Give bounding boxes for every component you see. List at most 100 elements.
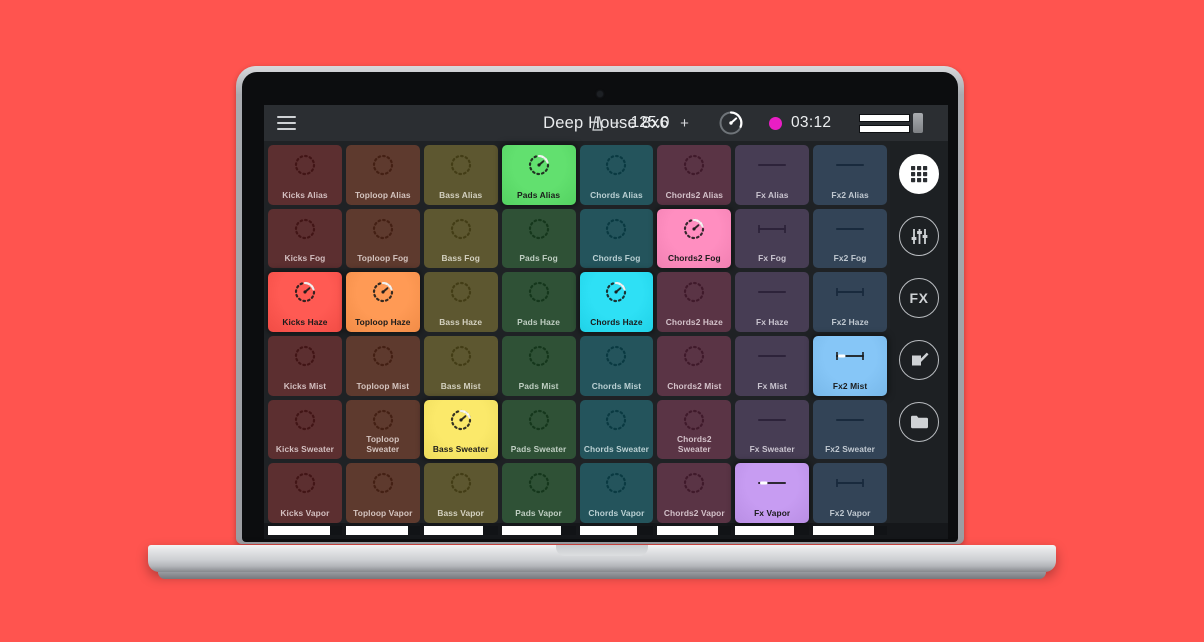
clip-cell[interactable]: Fx2 Sweater	[813, 399, 887, 460]
clip-cell[interactable]: Bass Haze	[423, 272, 498, 332]
clip-cell[interactable]: Chords2 Sweater	[657, 399, 732, 460]
clip-knob-icon	[424, 344, 498, 368]
files-button[interactable]	[899, 402, 939, 442]
laptop-base	[148, 545, 1056, 572]
clip-cell[interactable]: Bass Mist	[423, 336, 498, 396]
clip-knob-icon	[268, 217, 342, 241]
master-fader-handle[interactable]	[913, 113, 923, 133]
clip-cell[interactable]: Fx Alias	[735, 145, 810, 205]
clip-label: Bass Alias	[439, 189, 483, 200]
clip-knob-icon	[268, 471, 342, 495]
clip-cell[interactable]: Chords Alias	[579, 145, 654, 205]
clip-label: Pads Fog	[519, 253, 558, 264]
clip-label: Bass Haze	[439, 317, 483, 327]
tempo-increase-button[interactable]: +	[679, 115, 690, 132]
clip-label: Pads Vapor	[515, 508, 562, 518]
clip-cell[interactable]: Fx2 Vapor	[813, 463, 887, 523]
track-position-bar[interactable]	[501, 526, 576, 535]
track-position-bar[interactable]	[268, 526, 342, 535]
level-meter[interactable]	[859, 113, 923, 133]
clip-cell[interactable]: Bass Fog	[423, 208, 498, 269]
clip-cell[interactable]: Chords2 Alias	[657, 145, 732, 205]
clip-cell[interactable]: Chords Sweater	[579, 399, 654, 460]
clip-cell[interactable]: Bass Vapor	[423, 463, 498, 523]
clip-cell[interactable]: Fx2 Haze	[813, 272, 887, 332]
clip-cell[interactable]: Chords Fog	[579, 208, 654, 269]
clip-label: Chords Vapor	[588, 508, 645, 518]
clip-cell[interactable]: Chords Vapor	[579, 463, 654, 523]
clip-cell[interactable]: Fx2 Mist	[813, 336, 887, 396]
clip-label: Kicks Haze	[282, 317, 328, 327]
clip-cell[interactable]: Fx Sweater	[735, 399, 810, 460]
clip-cell[interactable]: Pads Fog	[501, 208, 576, 269]
clip-cell[interactable]: Chords2 Fog	[657, 208, 732, 269]
clip-cell[interactable]: Chords Mist	[579, 336, 654, 396]
clip-cell[interactable]: Pads Mist	[501, 336, 576, 396]
tempo-knob-icon[interactable]	[719, 111, 743, 135]
clip-knob-playing-icon	[424, 408, 498, 432]
clip-cell[interactable]: Chords2 Haze	[657, 272, 732, 332]
clip-label: Chords2 Haze	[665, 317, 723, 327]
clip-label: Fx Sweater	[749, 444, 795, 455]
clip-cell[interactable]: Pads Haze	[501, 272, 576, 332]
clip-label: Fx2 Fog	[833, 253, 867, 264]
clip-cell[interactable]: Fx Mist	[735, 336, 810, 396]
clip-cell[interactable]: Toploop Haze	[345, 272, 420, 332]
clip-label: Chords2 Sweater	[676, 434, 712, 455]
clip-cell[interactable]: Toploop Alias	[345, 145, 420, 205]
clip-knob-icon	[657, 280, 731, 304]
clip-cell[interactable]: Fx2 Alias	[813, 145, 887, 205]
track-position-bar[interactable]	[423, 526, 498, 535]
hamburger-menu-icon[interactable]	[264, 105, 308, 141]
track-position-bar[interactable]	[813, 526, 887, 535]
clip-knob-icon	[268, 153, 342, 177]
clip-cell[interactable]: Chords Haze	[579, 272, 654, 332]
clip-cell[interactable]: Bass Alias	[423, 145, 498, 205]
clip-cell[interactable]: Pads Sweater	[501, 399, 576, 460]
clip-cell[interactable]: Fx Fog	[735, 208, 810, 269]
clip-cell[interactable]: Toploop Sweater	[345, 399, 420, 460]
fx-button[interactable]: FX	[899, 278, 939, 318]
clip-label: Fx Alias	[755, 189, 789, 200]
clip-cell[interactable]: Kicks Mist	[268, 336, 342, 396]
clip-cell[interactable]: Kicks Haze	[268, 272, 342, 332]
clip-cell[interactable]: Toploop Mist	[345, 336, 420, 396]
clip-knob-icon	[502, 344, 576, 368]
metronome-icon[interactable]	[592, 115, 603, 131]
clip-cell[interactable]: Chords2 Vapor	[657, 463, 732, 523]
clip-label: Pads Sweater	[510, 444, 567, 455]
elapsed-time: 03:12	[791, 114, 832, 131]
track-position-fill	[579, 526, 638, 535]
clip-cell[interactable]: Fx2 Fog	[813, 208, 887, 269]
clip-cell[interactable]: Bass Sweater	[423, 399, 498, 460]
grid-area: Kicks Alias Toploop Alias Bass Alias Pads A…	[264, 141, 948, 523]
track-position-bar[interactable]	[579, 526, 654, 535]
tempo-controls: − 125.0 +	[592, 105, 690, 141]
mixer-button[interactable]	[899, 216, 939, 256]
edit-button[interactable]	[899, 340, 939, 380]
clip-cell[interactable]: Toploop Vapor	[345, 463, 420, 523]
record-status[interactable]: 03:12	[769, 105, 831, 141]
fx-slider-icon	[735, 344, 809, 368]
clip-cell[interactable]: Fx Haze	[735, 272, 810, 332]
record-dot[interactable]	[769, 116, 782, 130]
right-toolbar: FX	[890, 141, 948, 523]
clip-cell[interactable]: Kicks Fog	[268, 208, 342, 269]
clip-cell[interactable]: Fx Vapor	[735, 463, 810, 523]
clip-cell[interactable]: Chords2 Mist	[657, 336, 732, 396]
fx-slider-ranged-icon	[813, 471, 887, 495]
clip-knob-icon	[346, 217, 420, 241]
grid-view-button[interactable]	[899, 154, 939, 194]
tempo-value[interactable]: 125.0	[628, 114, 672, 132]
clip-cell[interactable]: Kicks Vapor	[268, 463, 342, 523]
track-position-bar[interactable]	[657, 526, 732, 535]
track-position-bar[interactable]	[735, 526, 810, 535]
clip-cell[interactable]: Toploop Fog	[345, 208, 420, 269]
clip-cell[interactable]: Pads Vapor	[501, 463, 576, 523]
tempo-decrease-button[interactable]: −	[610, 115, 621, 132]
clip-knob-icon	[424, 217, 498, 241]
track-position-bar[interactable]	[345, 526, 420, 535]
clip-cell[interactable]: Pads Alias	[501, 145, 576, 205]
clip-cell[interactable]: Kicks Sweater	[268, 399, 342, 460]
clip-cell[interactable]: Kicks Alias	[268, 145, 342, 205]
